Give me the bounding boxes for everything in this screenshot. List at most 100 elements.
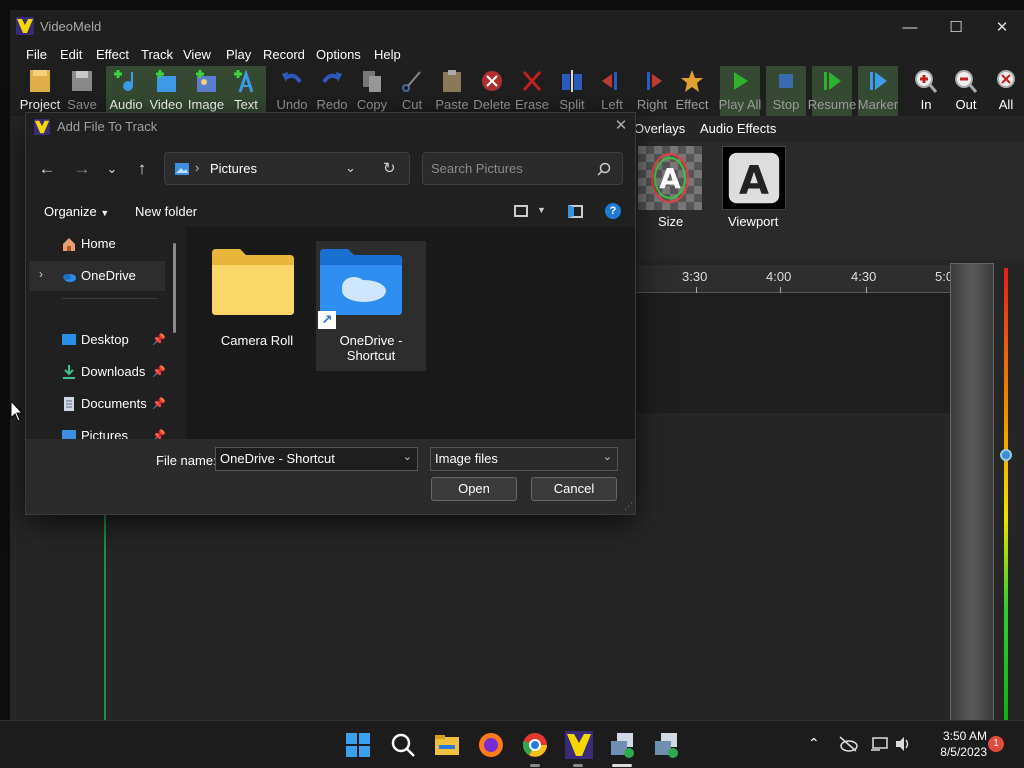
effect-button[interactable]: Effect	[672, 66, 712, 116]
split-icon	[562, 70, 582, 92]
resume-button[interactable]: Resume	[808, 66, 856, 116]
minimize-button[interactable]: —	[887, 10, 933, 44]
address-bar[interactable]: › Pictures ⌄ ↻	[164, 152, 410, 185]
nav-item-documents[interactable]: Documents 📌	[29, 389, 166, 419]
nav-item-pictures[interactable]: Pictures 📌	[29, 421, 166, 439]
viewport-effect-tile[interactable]: A	[722, 146, 786, 210]
menu-record[interactable]: Record	[263, 47, 305, 62]
tick-label: 4:00	[766, 269, 792, 284]
play-all-button[interactable]: Play All	[719, 66, 761, 116]
breadcrumb-separator: ›	[195, 160, 200, 175]
timeline-ruler: 3:30 4:00 4:30 5:0	[630, 265, 953, 295]
resize-grip-icon[interactable]: ⋰	[624, 501, 633, 512]
playhead[interactable]	[104, 513, 106, 720]
tab-audio-effects[interactable]: Audio Effects	[700, 121, 776, 136]
maximize-button[interactable]: ☐	[933, 10, 979, 44]
menu-help[interactable]: Help	[374, 47, 401, 62]
nav-item-onedrive[interactable]: › OneDrive	[29, 261, 165, 291]
file-explorer-icon[interactable]	[433, 731, 461, 759]
level-meter	[1004, 268, 1008, 720]
back-button[interactable]: ←	[35, 157, 59, 181]
add-file-dialog: Add File To Track ✕ ← → ⌄ ↑ › Pictures ⌄…	[25, 112, 636, 515]
zoom-all-button[interactable]: All	[986, 66, 1024, 116]
breadcrumb-pictures[interactable]: Pictures	[210, 161, 257, 176]
folder-icon	[212, 249, 294, 315]
network-icon[interactable]	[870, 736, 888, 752]
navigation-pane: Home › OneDrive Desktop 📌 Downloads 📌 Do…	[26, 227, 184, 439]
recent-locations-button[interactable]: ⌄	[100, 157, 124, 181]
track-area[interactable]	[630, 293, 950, 413]
up-button[interactable]: ↑	[130, 157, 154, 181]
menu-edit[interactable]: Edit	[60, 47, 82, 62]
file-name-label: File name:	[156, 453, 217, 468]
preview-pane-icon[interactable]	[568, 205, 583, 218]
onedrive-tray-icon[interactable]	[838, 736, 858, 752]
dialog-close-button[interactable]: ✕	[610, 116, 632, 136]
menu-effect[interactable]: Effect	[96, 47, 129, 62]
expand-chevron-icon[interactable]: ›	[39, 267, 43, 281]
resume-icon	[824, 72, 841, 90]
search-icon	[597, 162, 611, 176]
add-text-button[interactable]: Text	[226, 66, 266, 116]
nav-item-downloads[interactable]: Downloads 📌	[29, 357, 166, 387]
nav-item-desktop[interactable]: Desktop 📌	[29, 325, 166, 355]
play-icon	[734, 72, 748, 90]
new-folder-button[interactable]: New folder	[135, 204, 197, 219]
videomeld-logo-icon	[16, 17, 34, 35]
file-name-label: Camera Roll	[220, 333, 294, 348]
volume-icon[interactable]	[894, 736, 912, 752]
folder-item-onedrive-shortcut[interactable]: ↗ OneDrive - Shortcut	[316, 241, 426, 371]
folder-item-camera-roll[interactable]: Camera Roll	[202, 241, 312, 351]
app-window-icon-2[interactable]	[653, 731, 681, 759]
file-name-input[interactable]: OneDrive - Shortcut ⌄	[215, 447, 418, 471]
arrow-right-icon	[647, 72, 662, 90]
view-dropdown-icon[interactable]: ▼	[537, 205, 546, 215]
search-input[interactable]: Search Pictures	[431, 161, 523, 176]
save-icon	[72, 71, 92, 91]
video-add-icon	[156, 70, 176, 92]
menu-play[interactable]: Play	[226, 47, 251, 62]
search-icon[interactable]	[389, 731, 417, 759]
menu-view[interactable]: View	[183, 47, 211, 62]
open-button[interactable]: Open	[431, 477, 517, 501]
nav-scrollbar[interactable]	[173, 243, 176, 333]
title-bar: VideoMeld — ☐ ✕	[10, 10, 1024, 44]
menu-track[interactable]: Track	[141, 47, 173, 62]
help-icon[interactable]: ?	[605, 203, 621, 219]
svg-text:A: A	[739, 159, 769, 204]
mouse-cursor-icon	[10, 400, 24, 422]
file-list: Camera Roll ↗ OneDrive - Shortcut	[186, 227, 635, 439]
address-dropdown-icon[interactable]: ⌄	[345, 160, 356, 176]
nav-item-home[interactable]: Home	[29, 229, 165, 259]
chrome-icon[interactable]	[521, 731, 549, 759]
file-name-label: OneDrive - Shortcut	[339, 333, 403, 363]
text-add-icon	[234, 69, 254, 93]
file-type-select[interactable]: Image files ⌄	[430, 447, 618, 471]
size-effect-tile[interactable]: A	[638, 146, 702, 210]
running-indicator	[573, 764, 583, 767]
marker-button[interactable]: Marker	[858, 66, 898, 116]
search-box[interactable]: Search Pictures	[422, 152, 623, 185]
erase-icon	[522, 71, 542, 91]
close-button[interactable]: ✕	[979, 10, 1024, 44]
menu-file[interactable]: File	[26, 47, 47, 62]
start-icon[interactable]	[344, 731, 372, 759]
notification-badge[interactable]: 1	[988, 736, 1004, 752]
volume-slider-track[interactable]	[950, 263, 994, 720]
organize-button[interactable]: Organize ▼	[44, 204, 109, 219]
view-options-icon[interactable]	[514, 205, 528, 217]
app-window-icon[interactable]	[609, 731, 637, 759]
stop-button[interactable]: Stop	[766, 66, 806, 116]
chevron-down-icon[interactable]: ⌄	[403, 450, 412, 463]
cancel-button[interactable]: Cancel	[531, 477, 617, 501]
firefox-icon[interactable]	[477, 731, 505, 759]
forward-button[interactable]: →	[70, 157, 94, 181]
menu-options[interactable]: Options	[316, 47, 361, 62]
refresh-icon[interactable]: ↻	[383, 159, 396, 177]
tab-overlays[interactable]: Overlays	[634, 121, 685, 136]
videomeld-taskbar-icon[interactable]	[565, 731, 593, 759]
system-clock[interactable]: 3:50 AM 8/5/2023	[921, 728, 987, 760]
volume-slider-handle[interactable]	[1000, 449, 1012, 461]
chevron-up-icon[interactable]: ⌃	[808, 735, 820, 752]
chevron-down-icon: ⌄	[602, 451, 612, 463]
